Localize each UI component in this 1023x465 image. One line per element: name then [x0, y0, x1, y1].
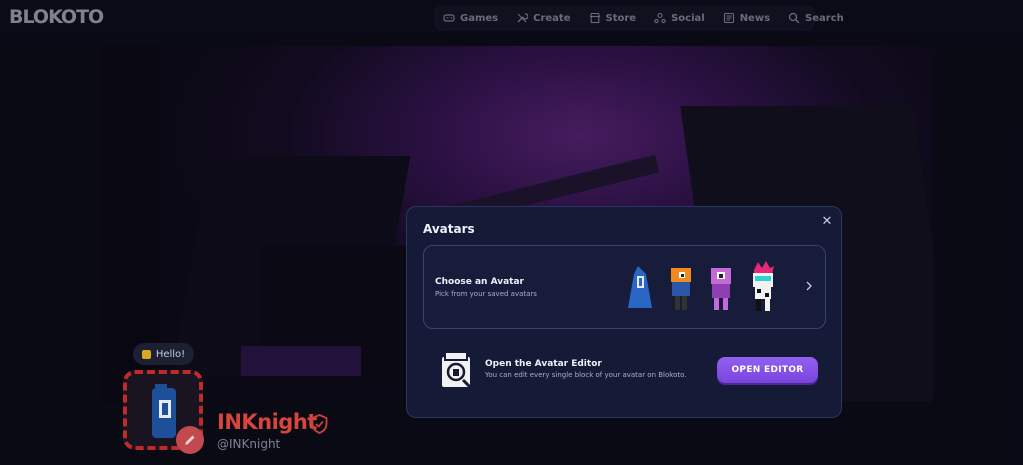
saved-avatar-blue[interactable]	[624, 264, 656, 312]
avatars-modal: ✕ Avatars Choose an Avatar Pick from you…	[406, 206, 842, 418]
chevron-right-icon	[806, 281, 812, 291]
saved-avatar-robot[interactable]	[748, 260, 778, 314]
badge-icon	[141, 349, 151, 359]
edit-avatar-button[interactable]	[176, 426, 204, 454]
saved-avatar-pink[interactable]	[708, 266, 734, 314]
choose-avatar-subtitle: Pick from your saved avatars	[435, 290, 537, 298]
open-editor-button[interactable]: OPEN EDITOR	[717, 357, 818, 383]
avatar-editor-subtitle: You can edit every single block of your …	[485, 371, 687, 379]
modal-title: Avatars	[423, 222, 475, 236]
display-name: INKnight	[217, 410, 317, 434]
pencil-icon	[185, 435, 195, 445]
avatar-editor-icon	[440, 351, 473, 390]
saved-avatar-orange[interactable]	[667, 266, 695, 314]
choose-avatar-title: Choose an Avatar	[435, 277, 524, 287]
user-handle: @INKnight	[217, 437, 281, 451]
greeting-text: Hello!	[155, 348, 186, 360]
verified-shield-icon	[311, 414, 328, 434]
greeting-badge: Hello!	[133, 343, 194, 365]
close-icon[interactable]: ✕	[821, 215, 833, 228]
choose-avatar-card[interactable]: Choose an Avatar Pick from your saved av…	[423, 245, 826, 329]
avatar-editor-title: Open the Avatar Editor	[485, 359, 602, 369]
